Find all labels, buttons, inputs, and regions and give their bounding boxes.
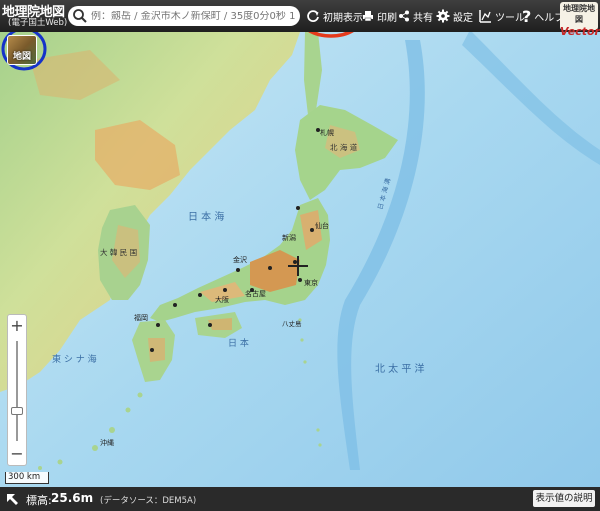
app-logo[interactable]: 地理院地図 (電子国土Web) [2, 1, 68, 31]
share-label: 共有 [413, 12, 433, 24]
zoom-in-button[interactable]: + [8, 316, 26, 336]
label-hokkaido: 北 海 道 [330, 142, 358, 152]
tools-button[interactable]: ツール [478, 6, 525, 26]
refresh-icon [307, 10, 319, 22]
zoom-control: + − [7, 314, 27, 466]
reset-view-button[interactable]: 初期表示 [306, 6, 363, 26]
print-icon [363, 11, 373, 22]
print-button[interactable]: 印刷 [362, 6, 397, 26]
search-input[interactable] [89, 10, 296, 22]
label-sapporo: 札幌 [320, 128, 334, 137]
elevation-bar: 標高: 25.6m (データソース：DEM5A) 表示値の説明 [0, 487, 600, 511]
label-osaka: 大阪 [215, 295, 229, 304]
label-okinawa: 沖縄 [100, 438, 114, 447]
reset-view-label: 初期表示 [323, 12, 363, 24]
help-button[interactable]: ? ヘルプ [522, 6, 564, 26]
vector-badge-line2: Vector [560, 25, 600, 38]
label-pacific: 北 太 平 洋 [375, 362, 425, 375]
zoom-slider-handle[interactable] [11, 407, 23, 415]
layer-switch-label: 地図 [12, 52, 31, 62]
share-icon [399, 10, 409, 22]
scale-bar: 300 km [5, 472, 49, 484]
question-icon: ? [522, 6, 532, 26]
label-japan: 日 本 [228, 337, 249, 349]
app-subtitle: (電子国土Web) [8, 18, 68, 28]
top-toolbar: 地理院地図 (電子国土Web) 初期表示 印刷 共有 設定 ツール ? ヘルプ … [0, 0, 600, 38]
search-icon [73, 9, 87, 23]
search-box[interactable] [68, 6, 300, 26]
settings-button[interactable]: 設定 [436, 6, 473, 26]
settings-label: 設定 [453, 12, 473, 24]
ruler-icon [479, 10, 491, 23]
label-hachijo: 八丈島 [282, 319, 302, 328]
share-button[interactable]: 共有 [398, 6, 433, 26]
base-map[interactable]: 日 本 海 東 シ ナ 海 北 太 平 洋 日 本 大 韓 民 国 北 海 道 … [0, 0, 600, 511]
gear-icon [436, 9, 450, 23]
label-fukuoka: 福岡 [134, 313, 148, 322]
label-east-china-sea: 東 シ ナ 海 [52, 353, 97, 365]
explain-values-button[interactable]: 表示値の説明 [533, 490, 595, 507]
label-korea: 大 韓 民 国 [100, 247, 137, 257]
label-tokyo: 東京 [304, 278, 318, 287]
elevation-value: 25.6m [51, 491, 94, 505]
vector-map-button[interactable]: 地理院地図 Vector [560, 2, 600, 38]
vector-badge-line1: 地理院地図 [563, 4, 595, 24]
label-nagoya: 名古屋 [245, 289, 266, 298]
label-sea-of-japan: 日 本 海 [188, 210, 224, 223]
print-label: 印刷 [377, 12, 397, 24]
arrow-up-left-icon[interactable] [4, 491, 20, 507]
zoom-out-button[interactable]: − [8, 444, 26, 464]
tools-label: ツール [495, 12, 525, 24]
label-kanazawa: 金沢 [233, 255, 247, 264]
layer-switch-button[interactable]: 地図 [7, 35, 37, 65]
label-sendai: 仙台 [315, 221, 329, 230]
label-niigata: 新潟 [282, 233, 296, 242]
elevation-source: (データソース：DEM5A) [100, 496, 197, 506]
zoom-slider-track[interactable] [16, 341, 18, 441]
elevation-label: 標高: [26, 494, 52, 507]
